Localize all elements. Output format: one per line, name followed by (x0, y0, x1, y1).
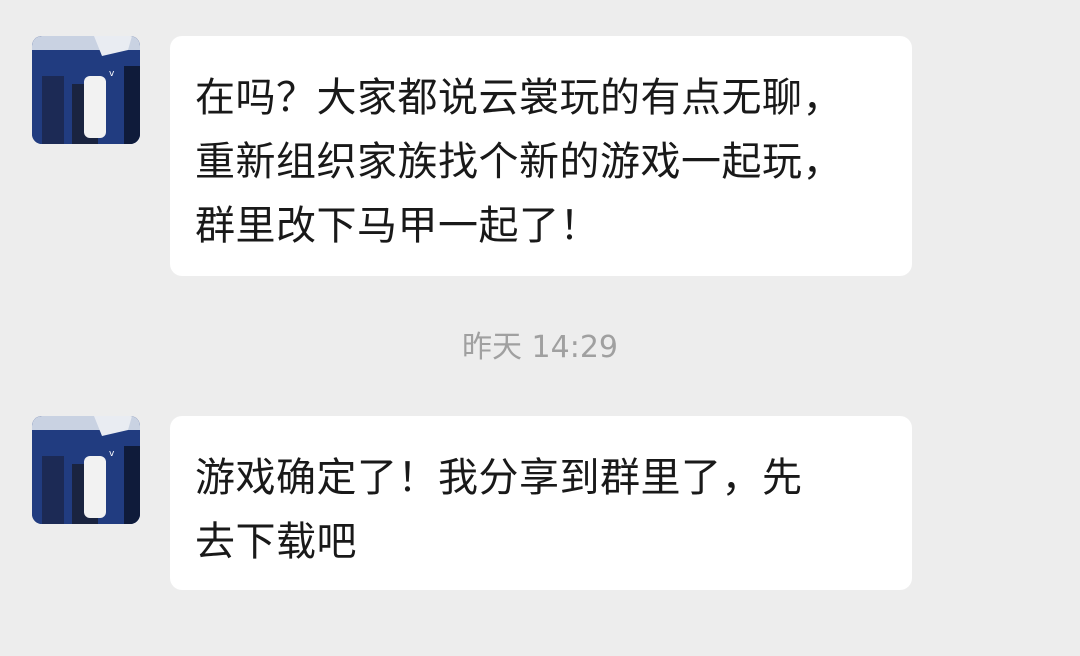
person-in-navy-shirt-avatar: ᴠ (32, 416, 140, 524)
message-text-line: 去下载吧 (195, 519, 357, 565)
svg-text:ᴠ: ᴠ (109, 449, 115, 459)
message-bubble[interactable]: 在吗？大家都说云裳玩的有点无聊， 重新组织家族找个新的游戏一起玩， 群里改下马甲… (170, 36, 912, 276)
sender-avatar[interactable]: ᴠ (32, 416, 140, 524)
message-bubble[interactable]: 游戏确定了！我分享到群里了，先 去下载吧 (170, 416, 912, 590)
svg-text:ᴠ: ᴠ (109, 69, 115, 79)
person-in-navy-shirt-avatar: ᴠ (32, 36, 140, 144)
message-text-line: 重新组织家族找个新的游戏一起玩， (195, 139, 843, 185)
message-text-line: 游戏确定了！我分享到群里了，先 (195, 455, 803, 501)
sender-avatar[interactable]: ᴠ (32, 36, 140, 144)
message-text-line: 在吗？大家都说云裳玩的有点无聊， (195, 75, 843, 121)
message-timestamp: 昨天 14:29 (462, 330, 618, 365)
message-text-line: 群里改下马甲一起了！ (195, 203, 600, 249)
